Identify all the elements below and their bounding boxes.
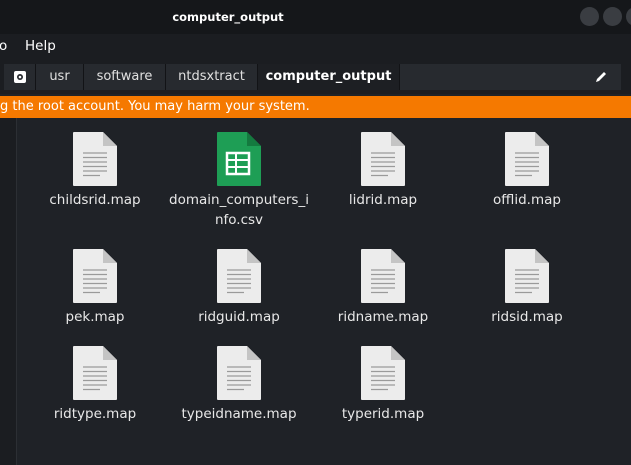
file-item[interactable]: ridguid.map bbox=[167, 248, 311, 327]
file-name: domain_computers_info.csv bbox=[169, 192, 309, 228]
root-warning-banner: g the root account. You may harm your sy… bbox=[0, 96, 631, 118]
text-file-icon bbox=[361, 346, 405, 400]
file-view: childsrid.map domain_computers_info.csv … bbox=[17, 118, 631, 465]
file-name: ridname.map bbox=[337, 309, 429, 325]
text-file-icon bbox=[361, 249, 405, 303]
file-item[interactable]: offlid.map bbox=[455, 131, 599, 210]
text-file-icon bbox=[73, 132, 117, 186]
file-item[interactable]: domain_computers_info.csv bbox=[167, 131, 311, 230]
file-name: ridguid.map bbox=[198, 309, 280, 325]
file-item[interactable]: lidrid.map bbox=[311, 131, 455, 210]
title-bar: computer_output bbox=[0, 0, 631, 34]
maximize-button[interactable] bbox=[603, 7, 622, 26]
file-item[interactable]: ridtype.map bbox=[23, 345, 167, 424]
file-name: typerid.map bbox=[341, 406, 425, 422]
text-file-icon bbox=[361, 132, 405, 186]
file-name: ridtype.map bbox=[53, 406, 137, 422]
text-file-icon bbox=[505, 249, 549, 303]
text-file-icon bbox=[73, 346, 117, 400]
crumb-computer-output[interactable]: computer_output bbox=[258, 64, 400, 90]
file-item[interactable]: pek.map bbox=[23, 248, 167, 327]
file-name: typeidname.map bbox=[181, 406, 297, 422]
file-item[interactable]: typerid.map bbox=[311, 345, 455, 424]
window-title: computer_output bbox=[172, 10, 284, 24]
file-name: pek.map bbox=[65, 309, 125, 325]
text-file-icon bbox=[505, 132, 549, 186]
pencil-icon bbox=[596, 72, 606, 82]
root-warning-text: g the root account. You may harm your sy… bbox=[0, 99, 310, 114]
sidebar bbox=[0, 118, 17, 465]
file-item[interactable]: ridname.map bbox=[311, 248, 455, 327]
spreadsheet-file-icon bbox=[217, 132, 261, 186]
file-item[interactable]: childsrid.map bbox=[23, 131, 167, 210]
file-name: ridsid.map bbox=[491, 309, 563, 325]
edit-location-button[interactable] bbox=[588, 67, 612, 87]
menu-help[interactable]: Help bbox=[25, 38, 56, 54]
text-file-icon bbox=[217, 249, 261, 303]
minimize-button[interactable] bbox=[580, 7, 599, 26]
menu-go[interactable]: o bbox=[0, 38, 7, 54]
file-item[interactable]: typeidname.map bbox=[167, 345, 311, 424]
file-name: offlid.map bbox=[493, 192, 561, 208]
file-item[interactable]: ridsid.map bbox=[455, 248, 599, 327]
close-button[interactable] bbox=[626, 7, 631, 26]
file-name: lidrid.map bbox=[348, 192, 418, 208]
file-name: childsrid.map bbox=[49, 192, 141, 208]
text-file-icon bbox=[217, 346, 261, 400]
location-toggle-button[interactable] bbox=[4, 64, 36, 90]
text-file-icon bbox=[73, 249, 117, 303]
crumb-usr[interactable]: usr bbox=[36, 64, 84, 90]
root-drive-icon bbox=[13, 71, 26, 83]
path-bar: usr software ntdsxtract computer_output bbox=[0, 60, 631, 94]
crumb-software[interactable]: software bbox=[84, 64, 166, 90]
menu-bar: o Help bbox=[0, 34, 631, 60]
crumb-ntdsxtract[interactable]: ntdsxtract bbox=[166, 64, 258, 90]
